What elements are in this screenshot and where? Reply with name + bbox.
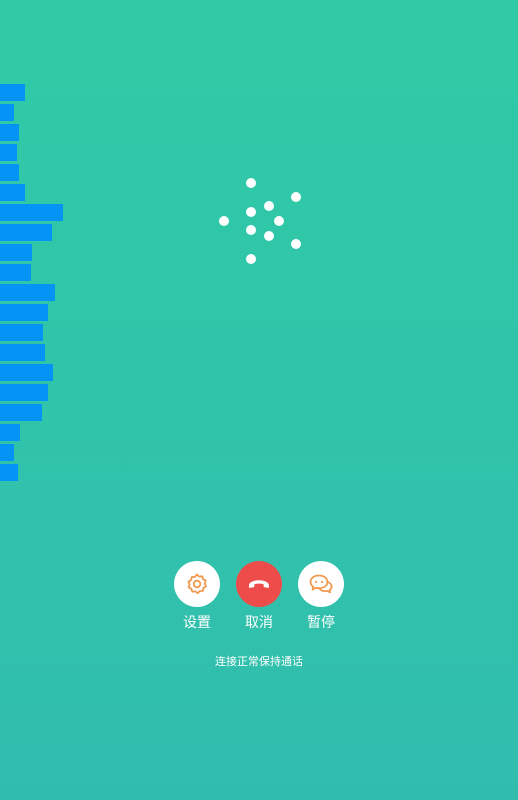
pause-button[interactable] xyxy=(298,561,344,607)
spinner-dot xyxy=(246,254,256,264)
gear-icon xyxy=(187,573,207,595)
spinner-dot xyxy=(264,231,274,241)
spinner-dot xyxy=(246,225,256,235)
volume-bar xyxy=(0,404,42,421)
spinner-dot xyxy=(246,207,256,217)
volume-bar xyxy=(0,444,14,461)
call-screen: 设置 取消 暂停 连接正常保持通话 xyxy=(0,0,518,800)
cancel-control: 取消 xyxy=(235,561,283,631)
spinner-dot xyxy=(291,239,301,249)
volume-bar xyxy=(0,304,48,321)
settings-control: 设置 xyxy=(173,561,221,631)
call-controls: 设置 取消 暂停 xyxy=(0,561,518,641)
spinner-dot xyxy=(219,216,229,226)
cancel-label: 取消 xyxy=(245,615,273,631)
spinner-dot xyxy=(246,178,256,188)
pause-control: 暂停 xyxy=(297,561,345,631)
settings-button[interactable] xyxy=(174,561,220,607)
pause-label: 暂停 xyxy=(307,615,335,631)
spinner-dot xyxy=(291,192,301,202)
volume-bar xyxy=(0,324,43,341)
spinner-dot xyxy=(274,216,284,226)
connection-status: 连接正常保持通话 xyxy=(215,655,303,668)
phone-hangup-icon xyxy=(249,580,269,588)
hangup-button[interactable] xyxy=(236,561,282,607)
loading-spinner xyxy=(0,0,518,300)
settings-label: 设置 xyxy=(183,615,211,631)
spinner-dot xyxy=(264,201,274,211)
volume-bar xyxy=(0,364,53,381)
volume-bar xyxy=(0,424,20,441)
volume-bar xyxy=(0,384,48,401)
chat-bubbles-icon xyxy=(309,574,333,594)
volume-bar xyxy=(0,464,18,481)
volume-bar xyxy=(0,344,45,361)
